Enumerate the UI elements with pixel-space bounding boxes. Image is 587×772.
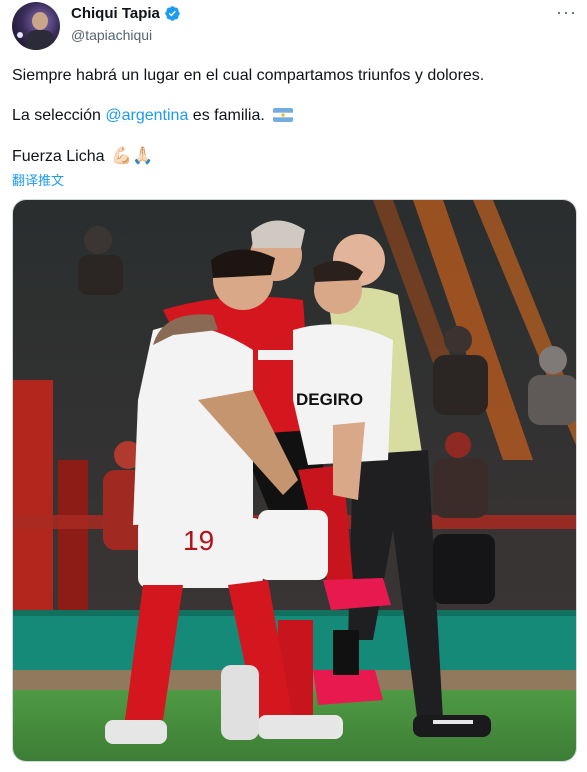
mention-link[interactable]: @argentina <box>105 107 188 124</box>
football-scene-image: DEGIRO 19 <box>13 200 576 761</box>
argentina-flag-icon <box>273 108 294 122</box>
jersey-number: 19 <box>183 525 214 556</box>
tweet-text-line-2: La selección @argentina es familia. <box>12 106 294 126</box>
author-display-name[interactable]: Chiqui Tapia <box>71 5 160 22</box>
tweet-text-line-3: Fuerza Licha 💪🏻🙏🏻 <box>12 146 153 167</box>
jersey-sponsor-text: DEGIRO <box>296 390 363 409</box>
verified-badge-icon <box>165 6 180 21</box>
tweet-text: Fuerza Licha <box>12 148 105 165</box>
avatar[interactable] <box>12 2 60 50</box>
tweet-text-line-1: Siempre habrá un lugar en el cual compar… <box>12 67 485 84</box>
tweet-text: es familia. <box>188 107 265 124</box>
tweet-card: Chiqui Tapia @tapiachiqui ··· Siempre ha… <box>0 0 587 772</box>
more-options-icon[interactable]: ··· <box>556 3 577 21</box>
author-handle[interactable]: @tapiachiqui <box>71 27 152 43</box>
tweet-text: La selección <box>12 107 106 124</box>
author-name-row: Chiqui Tapia <box>71 5 181 22</box>
translate-tweet-link[interactable]: 翻译推文 <box>12 170 64 189</box>
tweet-photo[interactable]: DEGIRO 19 <box>12 199 577 762</box>
emoji-group: 💪🏻🙏🏻 <box>110 146 154 165</box>
